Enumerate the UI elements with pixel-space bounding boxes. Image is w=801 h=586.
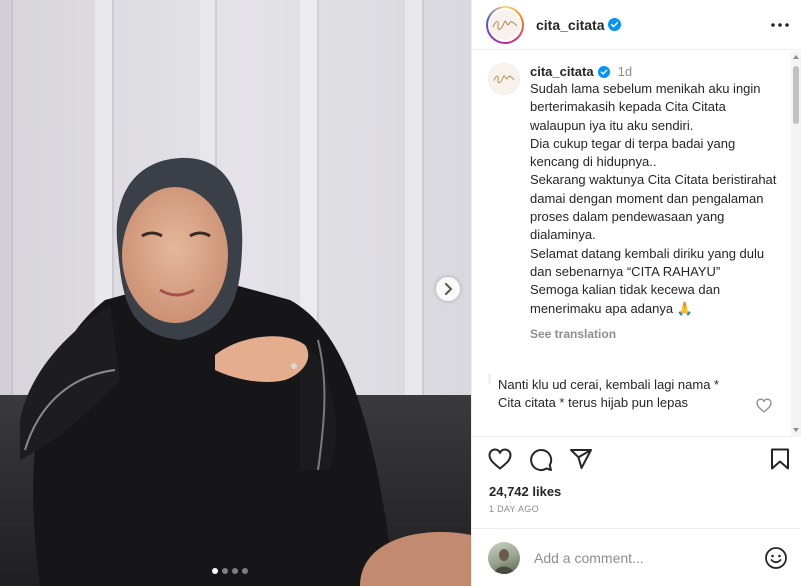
comment-button[interactable] [529,448,553,472]
more-dots-icon [771,22,789,27]
scroll-up-icon[interactable] [793,55,799,59]
caption-meta: cita_citata 1d [530,63,780,80]
caption-username[interactable]: cita_citata [530,63,594,80]
header-username[interactable]: cita_citata [536,17,604,33]
like-button[interactable] [488,448,512,470]
send-icon [570,449,592,469]
post-photo[interactable] [0,0,471,586]
likes-count[interactable]: 24,742 likes [489,484,561,499]
post-time-ago[interactable]: 1 DAY AGO [489,504,539,514]
signature-logo-icon [492,20,518,30]
emoji-smile-icon [765,546,787,569]
add-comment-bar [472,528,801,586]
avatar-logo [490,9,520,40]
current-user-avatar[interactable] [488,541,520,574]
share-button[interactable] [569,448,593,470]
caption: cita_citata 1d Sudah lama sebelum menika… [472,51,801,341]
chevron-right-icon [445,283,453,295]
caption-text: Sudah lama sebelum menikah aku ingin ber… [530,81,777,316]
comment-text: Nanti klu ud cerai, kembali lagi nama * … [498,377,723,411]
photo-illustration [0,0,471,586]
see-translation-link[interactable]: See translation [530,327,780,341]
verified-badge-icon [608,18,622,31]
comments-section[interactable]: cita_citata 1d Sudah lama sebelum menika… [472,51,801,437]
carousel-dot [242,568,248,574]
heart-outline-icon [756,398,772,413]
comment-bubble-icon [530,449,553,471]
carousel-indicator [212,568,248,574]
carousel-dot [222,568,228,574]
post-actions [472,448,801,478]
signature-logo-icon [493,75,515,84]
avatar-inner [488,7,522,42]
comment-input[interactable] [534,549,764,566]
caption-body: cita_citata 1d Sudah lama sebelum menika… [530,63,780,341]
post-header: cita_citata [472,0,801,50]
profile-avatar[interactable] [486,5,524,44]
verified-badge-icon [597,65,610,78]
scroll-thumb[interactable] [793,66,799,124]
next-slide-button[interactable] [436,277,460,301]
carousel-dot [212,568,218,574]
caption-avatar[interactable] [488,63,520,95]
bookmark-icon [771,448,789,470]
comments-scrollbar[interactable] [791,51,801,437]
current-user-photo [494,548,514,574]
emoji-button[interactable] [764,546,788,570]
like-comment-button[interactable] [756,398,772,418]
post-panel: cita_citata cita_citata 1d Sudah lama se… [471,0,801,586]
comment-avatar[interactable] [488,374,491,384]
save-button[interactable] [770,448,790,470]
scroll-down-icon[interactable] [793,428,799,432]
more-options-button[interactable] [771,22,789,27]
comment-item: Nanti klu ud cerai, kembali lagi nama * … [488,374,778,413]
carousel-dot [232,568,238,574]
heart-outline-icon [488,448,512,470]
caption-time[interactable]: 1d [618,63,632,80]
